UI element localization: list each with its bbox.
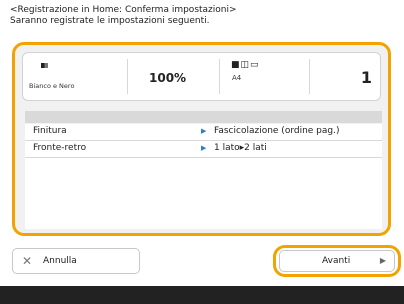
zoom-cell: 100% (128, 53, 218, 100)
zoom-value: 100% (149, 71, 187, 85)
next-button[interactable]: Avanti ▶ (273, 245, 401, 277)
bottom-bar (0, 286, 404, 304)
paper-size-label: A4 (232, 74, 242, 82)
divider (219, 59, 220, 94)
page-title: <Registrazione in Home: Conferma imposta… (10, 5, 237, 15)
color-mode-label: Bianco e Nero (29, 82, 75, 90)
cancel-button[interactable]: ✕ Annulla (12, 248, 140, 274)
next-button-face[interactable]: Avanti ▶ (279, 250, 395, 272)
copies-count: 1 (360, 68, 372, 87)
close-icon: ✕ (22, 254, 33, 268)
cancel-button-label: Annulla (43, 256, 77, 266)
header: <Registrazione in Home: Conferma imposta… (10, 5, 237, 27)
summary-card: Bianco e Nero 100% ■◫▭ A4 1 (22, 52, 381, 101)
list-item: Fronte-retro ▶ 1 lato▸2 lati (25, 141, 382, 158)
list-item: Finitura ▶ Fascicolazione (ordine pag.) (25, 124, 382, 141)
triangle-right-icon: ▶ (201, 127, 207, 135)
page-subtitle: Saranno registrate le impostazioni segue… (10, 16, 210, 26)
triangle-right-icon: ▶ (201, 144, 207, 152)
setting-value: 1 lato▸2 lati (214, 143, 267, 153)
next-button-label: Avanti (322, 256, 351, 266)
settings-list: Finitura ▶ Fascicolazione (ordine pag.) … (25, 124, 382, 229)
arrow-right-icon: ▶ (379, 256, 386, 265)
list-header-bar (25, 111, 382, 123)
paper-source-icon: ■◫▭ (231, 60, 260, 70)
setting-label: Fronte-retro (33, 143, 87, 153)
settings-panel: Bianco e Nero 100% ■◫▭ A4 1 Finitura ▶ F… (12, 42, 391, 236)
setting-value: Fascicolazione (ordine pag.) (214, 126, 340, 136)
divider (309, 59, 310, 94)
setting-label: Finitura (33, 126, 67, 136)
color-mode-icon (41, 63, 48, 68)
color-mode-cell: Bianco e Nero (23, 53, 127, 100)
paper-cell: ■◫▭ A4 (231, 53, 311, 100)
